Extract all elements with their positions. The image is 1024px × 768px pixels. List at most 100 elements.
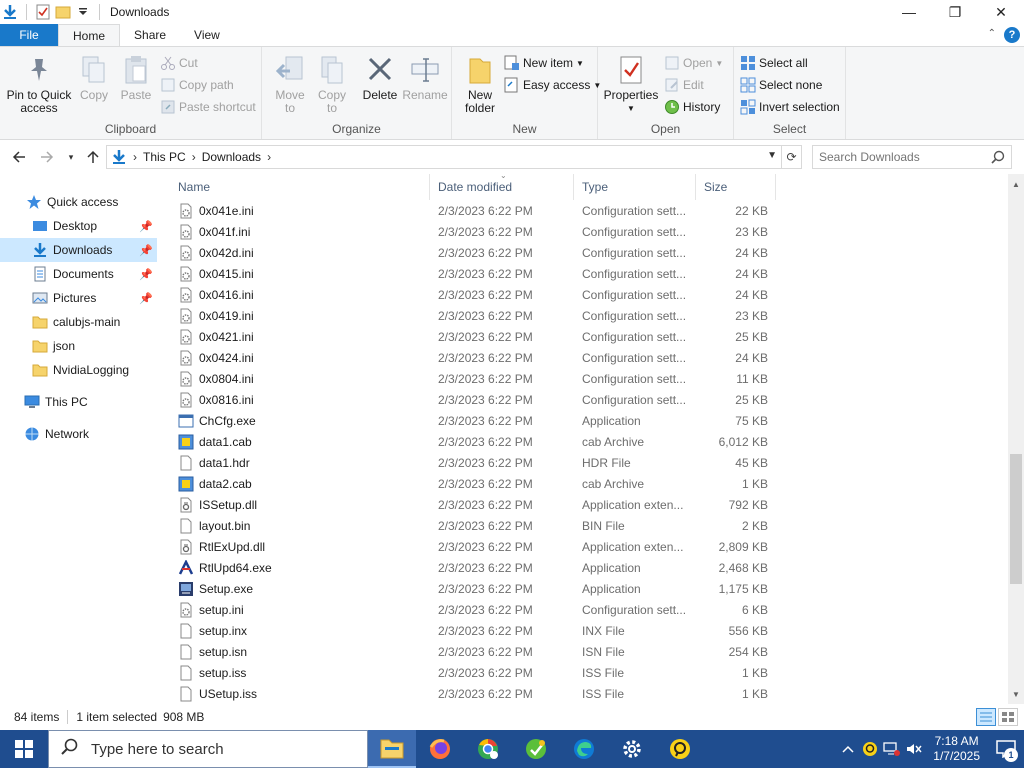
file-row[interactable]: setup.ini 2/3/2023 6:22 PM Configuration s… [170,599,776,620]
pin-to-quick-access-button[interactable]: Pin to Quick access [6,53,72,115]
breadcrumb-this-pc[interactable]: This PC [143,150,186,164]
file-row[interactable]: setup.iss 2/3/2023 6:22 PM ISS File 1 KB [170,662,776,683]
history-button[interactable]: History [664,97,720,117]
file-row[interactable]: USetup.iss 2/3/2023 6:22 PM ISS File 1 KB [170,683,776,704]
copy-button[interactable]: Copy [74,53,114,102]
app-green-icon[interactable] [512,730,560,768]
file-row[interactable]: layout.bin 2/3/2023 6:22 PM BIN File 2 KB [170,515,776,536]
delete-button[interactable]: Delete [360,53,400,102]
firefox-icon[interactable] [416,730,464,768]
yellow-app-icon[interactable] [656,730,704,768]
properties-button[interactable]: Properties ▼ [602,53,660,115]
help-icon[interactable]: ? [1004,27,1020,43]
nav-item-downloads[interactable]: Downloads 📌 [0,238,157,262]
customize-toolbar-icon[interactable] [75,4,91,20]
file-row[interactable]: ISSetup.dll 2/3/2023 6:22 PM Application e… [170,494,776,515]
file-row[interactable]: 0x0416.ini 2/3/2023 6:22 PM Configuration … [170,284,776,305]
search-box[interactable] [812,145,1012,169]
file-row[interactable]: 0x0419.ini 2/3/2023 6:22 PM Configuration … [170,305,776,326]
scroll-up-arrow-icon[interactable]: ▲ [1008,176,1024,192]
nav-item-nvidialogging[interactable]: NvidiaLogging [0,358,157,382]
select-all-button[interactable]: Select all [740,53,808,73]
file-row[interactable]: 0x0424.ini 2/3/2023 6:22 PM Configuration … [170,347,776,368]
tab-view[interactable]: View [180,24,234,46]
column-header-type[interactable]: Type [574,174,696,200]
copy-path-button[interactable]: Copy path [160,75,234,95]
action-center-button[interactable]: 1 [988,730,1024,768]
scrollbar-thumb[interactable] [1010,454,1022,584]
select-none-button[interactable]: Select none [740,75,822,95]
file-row[interactable]: ChCfg.exe 2/3/2023 6:22 PM Application 75 K… [170,410,776,431]
edge-icon[interactable] [560,730,608,768]
tab-file[interactable]: File [0,24,58,46]
paste-shortcut-button[interactable]: Paste shortcut [160,97,256,117]
file-row[interactable]: 0x0415.ini 2/3/2023 6:22 PM Configuration … [170,263,776,284]
file-row[interactable]: 0x0804.ini 2/3/2023 6:22 PM Configuration … [170,368,776,389]
settings-gear-icon[interactable] [608,730,656,768]
large-icons-view-icon[interactable] [998,708,1018,726]
search-input[interactable] [819,150,989,164]
chrome-profile-icon[interactable] [464,730,512,768]
vertical-scrollbar[interactable]: ▲ ▼ [1008,174,1024,704]
details-view-icon[interactable] [976,708,996,726]
volume-muted-icon[interactable] [903,730,925,768]
file-row[interactable]: setup.isn 2/3/2023 6:22 PM ISN File 254 KB [170,641,776,662]
file-row[interactable]: 0x042d.ini 2/3/2023 6:22 PM Configuration … [170,242,776,263]
minimize-button[interactable]: — [886,0,932,24]
nav-item-network[interactable]: Network [0,422,157,446]
breadcrumb-downloads[interactable]: Downloads [202,150,261,164]
collapse-ribbon-icon[interactable]: ⌃ [988,28,996,39]
maximize-button[interactable]: ❐ [932,0,978,24]
down-arrow-icon[interactable] [2,4,18,20]
new-folder-icon[interactable] [55,4,71,20]
file-explorer-icon[interactable] [368,730,416,768]
nav-item-calubjs-main[interactable]: calubjs-main [0,310,157,334]
move-to-button[interactable]: Move to [270,53,310,115]
rename-button[interactable]: Rename [402,53,448,102]
file-row[interactable]: 0x0816.ini 2/3/2023 6:22 PM Configuration … [170,389,776,410]
nav-item-json[interactable]: json [0,334,157,358]
search-icon[interactable] [991,150,1005,167]
file-row[interactable]: data2.cab 2/3/2023 6:22 PM cab Archive 1 KB [170,473,776,494]
start-button[interactable] [0,730,48,768]
nav-item-pictures[interactable]: Pictures 📌 [0,286,157,310]
network-status-icon[interactable] [881,730,903,768]
new-item-button[interactable]: New item ▼ [504,53,584,73]
invert-selection-button[interactable]: Invert selection [740,97,840,117]
taskbar-search[interactable]: Type here to search [48,730,368,768]
file-row[interactable]: RtlExUpd.dll 2/3/2023 6:22 PM Application … [170,536,776,557]
up-arrow-icon[interactable] [84,148,102,166]
properties-icon[interactable] [35,4,51,20]
paste-button[interactable]: Paste [116,53,156,102]
open-button[interactable]: Open ▼ [664,53,723,73]
tab-share[interactable]: Share [120,24,180,46]
column-header-size[interactable]: Size [696,174,776,200]
nav-item-documents[interactable]: Documents 📌 [0,262,157,286]
easy-access-button[interactable]: Easy access ▼ [504,75,601,95]
refresh-icon[interactable]: ⟳ [782,145,802,169]
file-row[interactable]: 0x041f.ini 2/3/2023 6:22 PM Configuration … [170,221,776,242]
nav-item-desktop[interactable]: Desktop 📌 [0,214,157,238]
copy-to-button[interactable]: Copy to [312,53,352,115]
file-row[interactable]: setup.inx 2/3/2023 6:22 PM INX File 556 KB [170,620,776,641]
close-button[interactable]: ✕ [978,0,1024,24]
address-dropdown-icon[interactable]: ▼ [767,150,777,161]
file-row[interactable]: 0x041e.ini 2/3/2023 6:22 PM Configuration … [170,200,776,221]
scroll-down-arrow-icon[interactable]: ▼ [1008,686,1024,702]
recent-locations-chevron-icon[interactable]: ▾ [62,148,80,166]
back-arrow-icon[interactable] [10,148,28,166]
file-row[interactable]: data1.hdr 2/3/2023 6:22 PM HDR File 45 KB [170,452,776,473]
new-folder-button[interactable]: New folder [460,53,500,115]
file-row[interactable]: RtlUpd64.exe 2/3/2023 6:22 PM Application 2… [170,557,776,578]
forward-arrow-icon[interactable] [38,148,56,166]
column-header-name[interactable]: Name [170,174,430,200]
tab-home[interactable]: Home [58,24,121,46]
show-hidden-icons-chevron-icon[interactable] [837,730,859,768]
cut-button[interactable]: Cut [160,53,198,73]
edit-button[interactable]: Edit [664,75,704,95]
nav-item-quick-access[interactable]: Quick access [0,190,157,214]
tray-app-icon[interactable] [859,730,881,768]
file-row[interactable]: 0x0421.ini 2/3/2023 6:22 PM Configuration … [170,326,776,347]
nav-item-this-pc[interactable]: This PC [0,390,157,414]
clock[interactable]: 7:18 AM 1/7/2025 [933,734,980,764]
